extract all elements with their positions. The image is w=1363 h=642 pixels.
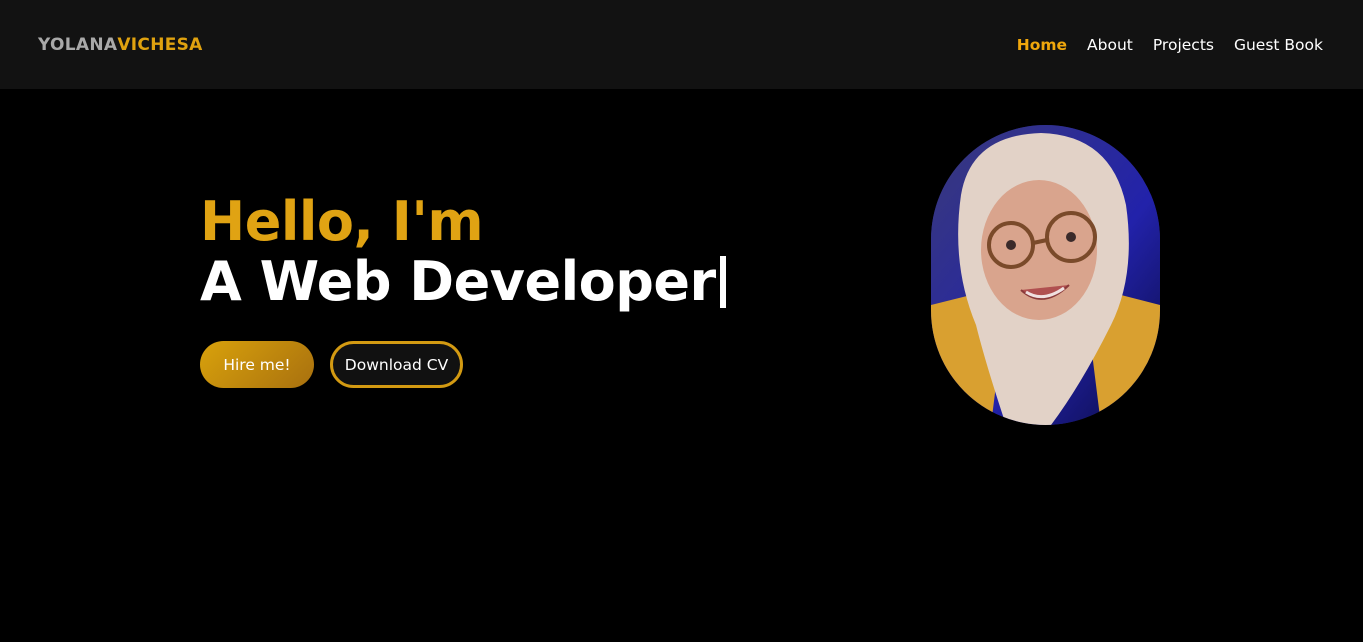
site-logo[interactable]: YOLANA VICHESA: [38, 35, 203, 55]
hero-role: A Web Developer: [200, 250, 716, 313]
hero-role-line: A Web Developer: [200, 252, 726, 312]
hero-heading: Hello, I'm A Web Developer: [200, 192, 726, 312]
profile-photo: [931, 125, 1160, 425]
download-cv-button[interactable]: Download CV: [330, 341, 463, 388]
hire-me-button[interactable]: Hire me!: [200, 341, 314, 388]
logo-second-word: VICHESA: [117, 34, 203, 55]
hero-greeting: Hello, I'm: [200, 190, 484, 253]
nav-link-guest-book[interactable]: Guest Book: [1234, 36, 1323, 54]
profile-photo-illustration: [931, 125, 1160, 425]
navbar: YOLANA VICHESA Home About Projects Guest …: [0, 0, 1363, 89]
typing-cursor: [719, 256, 726, 308]
logo-first-word: YOLANA: [38, 34, 118, 55]
nav-link-home[interactable]: Home: [1017, 36, 1067, 54]
nav-link-projects[interactable]: Projects: [1153, 36, 1214, 54]
hero-buttons: Hire me! Download CV: [200, 341, 463, 388]
nav-link-about[interactable]: About: [1087, 36, 1133, 54]
main-nav: Home About Projects Guest Book: [1017, 36, 1323, 54]
